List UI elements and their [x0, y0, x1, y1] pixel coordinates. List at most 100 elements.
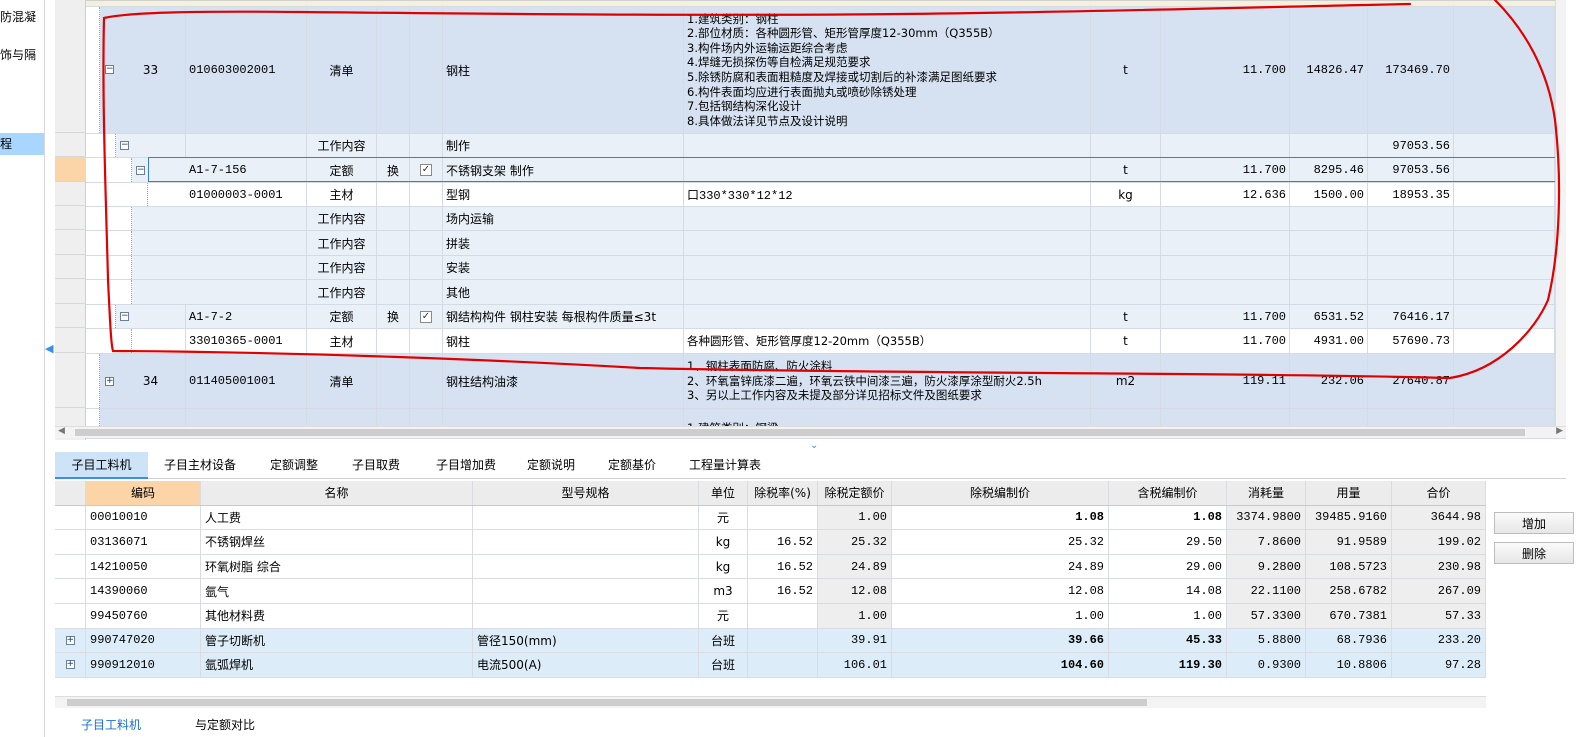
scroll-left-icon[interactable]: ◀ [58, 426, 65, 436]
bottom-tab-labor-material[interactable]: 子目工料机 [81, 716, 141, 737]
delete-button[interactable]: 删除 [1494, 542, 1574, 564]
checkbox-icon[interactable]: ✓ [420, 310, 432, 323]
tax-rate-cell [748, 505, 818, 530]
plus-box-icon[interactable]: + [105, 377, 114, 386]
collapse-left-arrow-icon[interactable]: ◀ [45, 342, 55, 356]
header-spec[interactable]: 型号规格 [473, 481, 699, 505]
table-row[interactable]: − A1-7-2 定额 换 ✓ 钢结构构件 钢柱安装 每根构件质量≤3t t 1… [86, 305, 1566, 329]
sidebar-item[interactable]: 饰与隔 [0, 44, 44, 66]
gross-price-cell[interactable]: 29.00 [1109, 554, 1227, 579]
table-row[interactable]: − 工作内容 制作 97053.56 [86, 134, 1566, 158]
gross-price-cell[interactable]: 1.08 [1109, 505, 1227, 530]
tax-rate-cell [748, 653, 818, 677]
checkbox-icon[interactable]: ✓ [420, 164, 432, 176]
total-cell: 27640.87 [1368, 354, 1454, 408]
add-button[interactable]: 增加 [1494, 512, 1574, 534]
unit-cell: 台班 [699, 653, 748, 677]
gross-price-cell[interactable]: 119.30 [1109, 653, 1227, 677]
table-row[interactable]: + 99450760 其他材料费 元 1.00 1.00 1.00 57.330… [55, 604, 1486, 629]
minus-box-icon[interactable]: − [136, 166, 145, 175]
panel-splitter-chevron-icon[interactable]: ⌄ [810, 440, 818, 451]
table-row[interactable]: 33010365-0001 主材 钢柱 各种圆形管、矩形管厚度12-20mm（Q… [86, 329, 1566, 354]
header-name[interactable]: 名称 [201, 481, 473, 505]
unit-cell: m3 [699, 579, 748, 603]
base-price-cell: 1.00 [818, 505, 892, 530]
header-code[interactable]: 编码 [86, 481, 201, 505]
total-cell: 18953.35 [1368, 183, 1454, 206]
net-price-cell[interactable]: 24.89 [892, 554, 1109, 579]
usage-cell: 68.7936 [1306, 628, 1392, 653]
horizontal-scrollbar[interactable]: ◀ ▶ [55, 426, 1566, 438]
gross-price-cell[interactable]: 45.33 [1109, 628, 1227, 653]
table-row[interactable]: + 990747020 管子切断机 管径150(mm) 台班 39.91 39.… [55, 628, 1486, 654]
header-net-price[interactable]: 除税编制价 [892, 481, 1109, 505]
tab-main-material-equipment[interactable]: 子目主材设备 [150, 452, 250, 479]
price-cell: 1500.00 [1290, 183, 1368, 206]
header-usage[interactable]: 用量 [1306, 481, 1392, 505]
table-row[interactable]: 工作内容 其他 [86, 280, 1566, 305]
net-price-cell[interactable]: 25.32 [892, 530, 1109, 554]
plus-box-icon[interactable]: + [65, 635, 75, 645]
plus-box-icon[interactable]: + [65, 660, 75, 670]
lower-horizontal-scrollbar[interactable] [55, 696, 1486, 708]
table-row[interactable]: − A1-7-156 定额 换 ✓ 不锈钢支架 制作 t 11.700 8295… [86, 158, 1566, 183]
table-row[interactable]: + 14210050 环氧树脂 综合 kg 16.52 24.89 24.89 … [55, 554, 1486, 580]
tab-quantity-calc[interactable]: 工程量计算表 [677, 452, 773, 479]
type-cell: 工作内容 [307, 207, 377, 230]
vertical-scrollbar[interactable] [1555, 0, 1566, 430]
header-consumption[interactable]: 消耗量 [1227, 481, 1306, 505]
table-row[interactable]: 工作内容 安装 [86, 256, 1566, 280]
table-row[interactable]: + 00010010 人工费 元 1.00 1.08 1.08 3374.980… [55, 505, 1486, 531]
tab-quota-base-price[interactable]: 定额基价 [594, 452, 670, 479]
gross-price-cell[interactable]: 14.08 [1109, 579, 1227, 603]
header-gross-price[interactable]: 含税编制价 [1109, 481, 1227, 505]
tab-fee[interactable]: 子目取费 [338, 452, 414, 479]
net-price-cell[interactable]: 1.00 [892, 604, 1109, 628]
scrollbar-thumb[interactable] [75, 429, 1525, 436]
table-row[interactable]: 工作内容 场内运输 [86, 207, 1566, 231]
table-row[interactable]: 工作内容 拼装 [86, 231, 1566, 256]
name-cell: 安装 [443, 256, 684, 279]
gross-price-cell[interactable]: 1.00 [1109, 604, 1227, 628]
header-base-price[interactable]: 除税定额价 [818, 481, 892, 505]
table-row[interactable]: + 03136071 不锈钢焊丝 kg 16.52 25.32 25.32 29… [55, 530, 1486, 555]
scroll-right-icon[interactable]: ▶ [1556, 426, 1563, 436]
unit-cell: kg [699, 554, 748, 579]
sidebar-item-selected[interactable]: 程 [0, 133, 44, 155]
qty-cell: 12.636 [1161, 183, 1290, 206]
minus-box-icon[interactable]: − [120, 141, 129, 150]
net-price-cell[interactable]: 1.08 [892, 505, 1109, 530]
type-cell: 主材 [307, 329, 377, 353]
minus-box-icon[interactable]: − [105, 65, 114, 74]
total-cell: 97053.56 [1368, 158, 1454, 182]
spec-cell [473, 530, 699, 554]
table-row[interactable]: − 33 010603002001 清单 钢柱 1.建筑类别：钢柱 2.部位材质… [86, 7, 1566, 134]
scrollbar-thumb[interactable] [67, 699, 1147, 706]
table-row[interactable]: + 34 011405001001 清单 钢柱结构油漆 1、钢柱表面防腐、防火涂… [86, 354, 1566, 409]
tab-quota-adjust[interactable]: 定额调整 [255, 452, 333, 479]
swap-cell: 换 [377, 305, 410, 328]
qty-cell: 11.700 [1161, 329, 1290, 353]
name-cell: 不锈钢支架 制作 [443, 158, 684, 182]
bottom-tab-compare-quota[interactable]: 与定额对比 [195, 716, 255, 737]
header-tax-rate[interactable]: 除税率(%) [748, 481, 818, 505]
gross-price-cell[interactable]: 29.50 [1109, 530, 1227, 554]
minus-box-icon[interactable]: − [120, 312, 129, 321]
base-price-cell: 24.89 [818, 554, 892, 579]
qty-cell: 119.11 [1161, 354, 1290, 408]
net-price-cell[interactable]: 12.08 [892, 579, 1109, 603]
tab-labor-material-machine[interactable]: 子目工料机 [55, 452, 148, 479]
header-unit[interactable]: 单位 [699, 481, 748, 505]
tab-extra-fee[interactable]: 子目增加费 [421, 452, 511, 479]
code-cell: 01000003-0001 [186, 183, 307, 206]
table-row[interactable]: 01000003-0001 主材 型钢 口330*330*12*12 kg 12… [86, 183, 1566, 207]
tax-rate-cell: 16.52 [748, 579, 818, 603]
header-total[interactable]: 合价 [1392, 481, 1486, 505]
net-price-cell[interactable]: 39.66 [892, 628, 1109, 653]
table-row[interactable]: + 14390060 氩气 m3 16.52 12.08 12.08 14.08… [55, 579, 1486, 604]
tab-quota-notes[interactable]: 定额说明 [513, 452, 589, 479]
table-row[interactable]: + 990912010 氩弧焊机 电流500(A) 台班 106.01 104.… [55, 653, 1486, 678]
sidebar-item[interactable]: 防混凝 [0, 6, 44, 28]
net-price-cell[interactable]: 104.60 [892, 653, 1109, 677]
price-cell: 232.06 [1290, 354, 1368, 408]
